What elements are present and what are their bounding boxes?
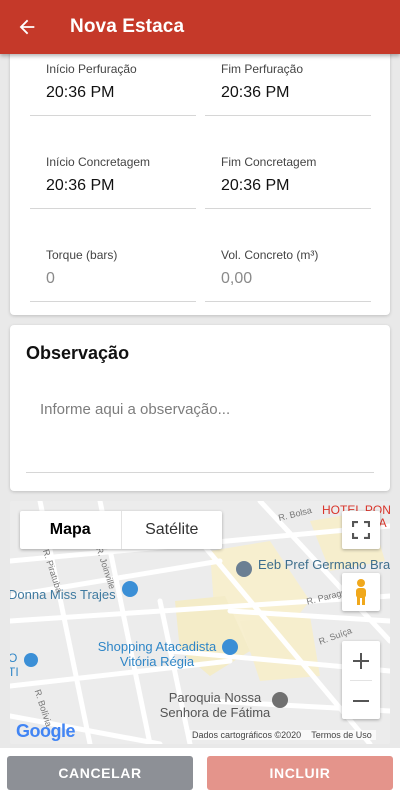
field-label: Início Perfuração [46, 62, 137, 76]
zoom-control [342, 641, 380, 719]
field-value: 20:36 PM [221, 177, 290, 194]
field-value: 20:36 PM [221, 84, 290, 101]
minus-icon [353, 699, 369, 702]
fullscreen-icon [352, 521, 370, 539]
field-label: Torque (bars) [46, 248, 118, 262]
map-type-satellite-button[interactable]: Satélite [120, 511, 223, 549]
plus-icon [353, 652, 369, 669]
field-value: 20:36 PM [46, 177, 115, 194]
google-logo: Google [16, 721, 76, 742]
place-label-cut-left: O [10, 651, 18, 665]
field-placeholder: 0 [46, 270, 55, 287]
vol-concreto-field[interactable]: Vol. Concreto (m³) 0,00 [205, 226, 371, 302]
shopping-bag-icon [222, 639, 238, 655]
field-label: Início Concretagem [46, 155, 151, 169]
observacao-input[interactable]: Informe aqui a observação... [26, 389, 374, 473]
fullscreen-button[interactable] [342, 511, 380, 549]
times-card: Início Perfuração 20:36 PM Fim Perfuraçã… [10, 40, 390, 315]
arrow-back-icon [19, 19, 35, 35]
app-bar: Nova Estaca [0, 0, 400, 54]
school-icon [236, 561, 252, 577]
map-type-map-button[interactable]: Mapa [20, 511, 121, 549]
place-label-school: Eeb Pref Germano Brandes Jr [258, 557, 390, 572]
map-attribution: Dados cartográficos ©2020 Termos de Uso [188, 730, 376, 740]
field-value: 20:36 PM [46, 84, 115, 101]
field-label: Fim Concretagem [221, 155, 317, 169]
cart-icon [24, 653, 38, 667]
cancel-button[interactable]: CANCELAR [7, 756, 193, 790]
place-label-church: Paroquia Nossa Senhora de Fátima [159, 690, 271, 720]
field-placeholder: 0,00 [221, 270, 253, 287]
place-label-cut-left-2: TI [10, 665, 19, 679]
terms-link[interactable]: Termos de Uso [311, 730, 372, 740]
field-label: Vol. Concreto (m³) [221, 248, 319, 262]
map-type-control: Mapa Satélite [20, 511, 222, 549]
attribution-text: Dados cartográficos ©2020 [192, 730, 302, 740]
incluir-button[interactable]: INCLUIR [207, 756, 393, 790]
church-icon [272, 692, 288, 708]
observacao-placeholder: Informe aqui a observação... [40, 401, 231, 418]
page-title: Nova Estaca [70, 16, 185, 37]
zoom-in-button[interactable] [342, 641, 380, 680]
pegman-icon [356, 579, 366, 605]
torque-field[interactable]: Torque (bars) 0 [30, 226, 196, 302]
observacao-card: Observação Informe aqui a observação... [10, 325, 390, 491]
street-view-button[interactable] [342, 573, 380, 611]
observacao-title: Observação [26, 343, 130, 363]
back-button[interactable] [0, 0, 54, 54]
place-label-mall: Shopping Atacadista Vitória Régia [97, 639, 217, 669]
fim-concretagem-field[interactable]: Fim Concretagem 20:36 PM [205, 133, 371, 209]
map-view[interactable]: Eeb Pref Germano Brandes Jr Donna Miss T… [10, 501, 390, 744]
shopping-bag-icon [122, 581, 138, 597]
inicio-concretagem-field[interactable]: Início Concretagem 20:36 PM [30, 133, 196, 209]
field-label: Fim Perfuração [221, 62, 304, 76]
footer-bar: CANCELAR INCLUIR [0, 748, 400, 800]
zoom-out-button[interactable] [342, 681, 380, 720]
google-logo-text: Google [16, 721, 76, 741]
